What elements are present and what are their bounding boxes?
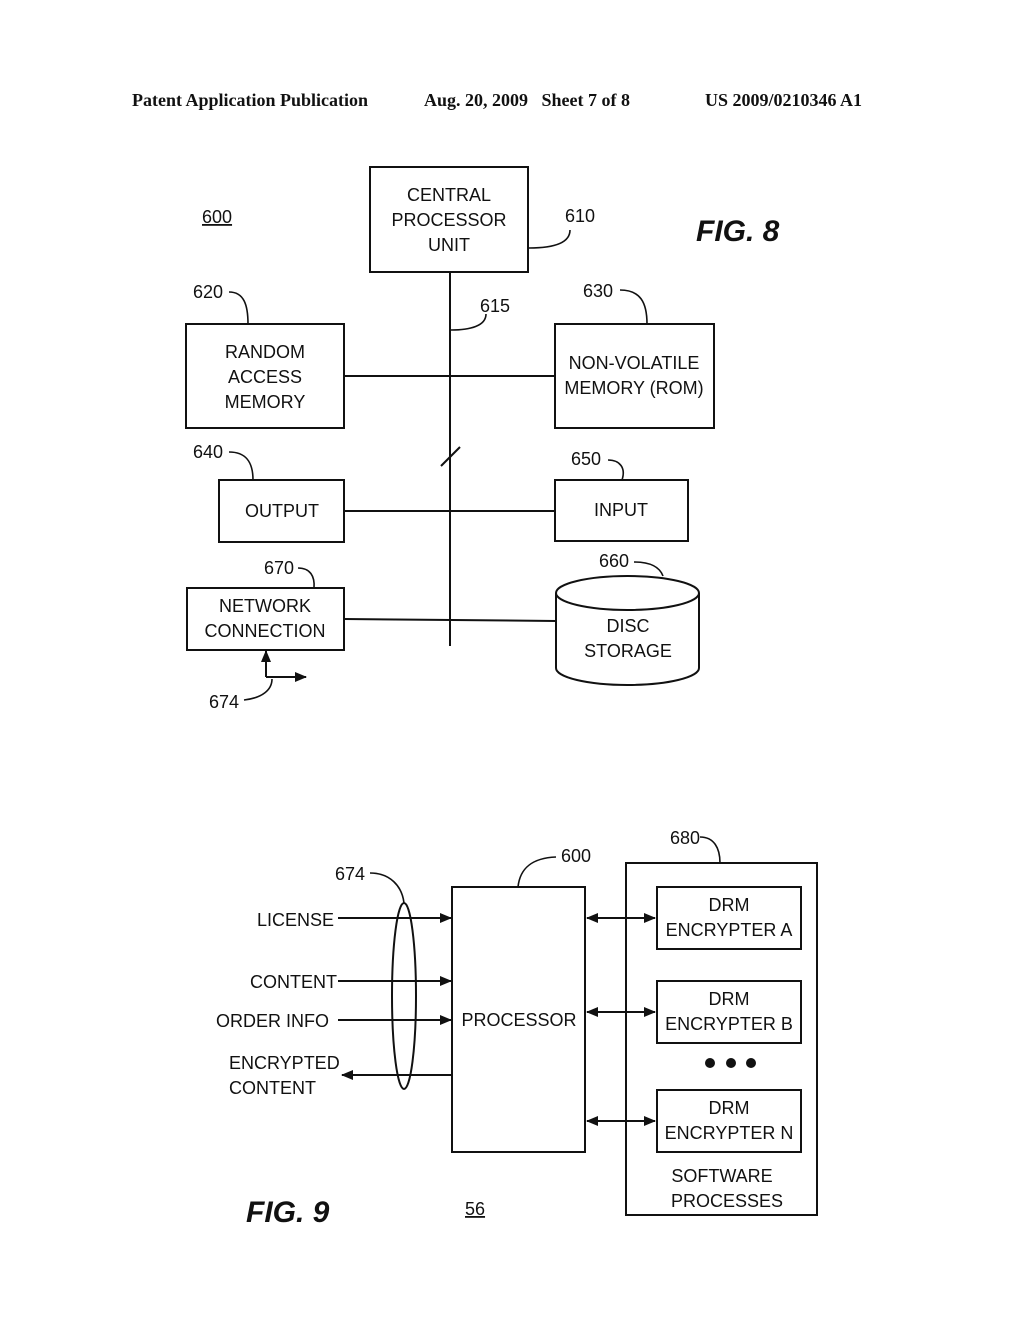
network-link-leader [243,678,273,701]
disc-ref: 660 [599,551,629,571]
fig8-title: FIG. 8 [696,215,780,248]
drm-encrypter-a-label-2: ENCRYPTER A [666,920,793,940]
fig9: PROCESSOR 600 LICENSE CONTENT ORDER INFO… [216,828,818,1229]
rom-ref: 630 [583,281,613,301]
ram-label-1: RANDOM [225,342,305,362]
drm-encrypter-n-label-2: ENCRYPTER N [665,1123,794,1143]
software-label-1: SOFTWARE [671,1166,772,1186]
disc-label-1: DISC [606,616,649,636]
ram-ref: 620 [193,282,223,302]
drm-encrypter-n-label-1: DRM [709,1098,750,1118]
network-disc-bus-line [343,618,557,622]
network-label-2: CONNECTION [205,621,326,641]
cpu-ref: 610 [565,206,595,226]
output-encrypted-label-2: CONTENT [229,1078,316,1098]
network-label-1: NETWORK [219,596,311,616]
processor-label: PROCESSOR [461,1010,576,1030]
system-ref-600: 600 [202,207,232,227]
link-bundle-ellipse [391,902,417,1090]
output-label: OUTPUT [245,501,319,521]
software-leader [699,836,721,864]
cpu-label-2: PROCESSOR [391,210,506,230]
network-ref: 670 [264,558,294,578]
ellipsis-dot-3 [746,1058,756,1068]
bus-ref: 615 [480,296,510,316]
disc-storage-top [555,575,700,611]
input-ref: 650 [571,449,601,469]
disc-leader [633,561,664,577]
input-content-label: CONTENT [250,972,337,992]
processor-ref: 600 [561,846,591,866]
rom-leader [619,289,648,325]
ram-leader [228,291,249,325]
patent-drawing: 600 FIG. 8 615 CENTRAL PROCESSOR UNIT 61… [185,166,818,1229]
input-order-info-label: ORDER INFO [216,1011,329,1031]
cpu-label-3: UNIT [428,235,470,255]
disc-label-2: STORAGE [584,641,672,661]
rom-box [554,323,715,429]
ram-label-3: MEMORY [225,392,306,412]
link-bundle-leader [369,872,405,904]
drm-encrypter-b-label-1: DRM [709,989,750,1009]
rom-label-1: NON-VOLATILE [569,353,700,373]
rom-label-2: MEMORY (ROM) [564,378,703,398]
page-ref-56: 56 [465,1199,485,1219]
cpu-label-1: CENTRAL [407,185,491,205]
input-leader [607,459,624,481]
output-ref: 640 [193,442,223,462]
ram-label-2: ACCESS [228,367,302,387]
fig9-title: FIG. 9 [246,1196,330,1229]
fig8: 600 FIG. 8 615 CENTRAL PROCESSOR UNIT 61… [185,166,780,712]
bus-leader [450,313,487,331]
software-label-2: PROCESSES [671,1191,783,1211]
ellipsis-dot-2 [726,1058,736,1068]
output-encrypted-label-1: ENCRYPTED [229,1053,340,1073]
processor-leader [517,856,557,888]
link-bundle-ref: 674 [335,864,365,884]
cpu-leader [528,229,571,249]
drm-encrypter-b-label-2: ENCRYPTER B [665,1014,793,1034]
input-license-label: LICENSE [257,910,334,930]
software-ref: 680 [670,828,700,848]
output-leader [228,451,254,481]
drm-encrypter-a-label-1: DRM [709,895,750,915]
input-label: INPUT [594,500,648,520]
network-leader [297,567,315,589]
network-link-ref: 674 [209,692,239,712]
ellipsis-dot-1 [705,1058,715,1068]
